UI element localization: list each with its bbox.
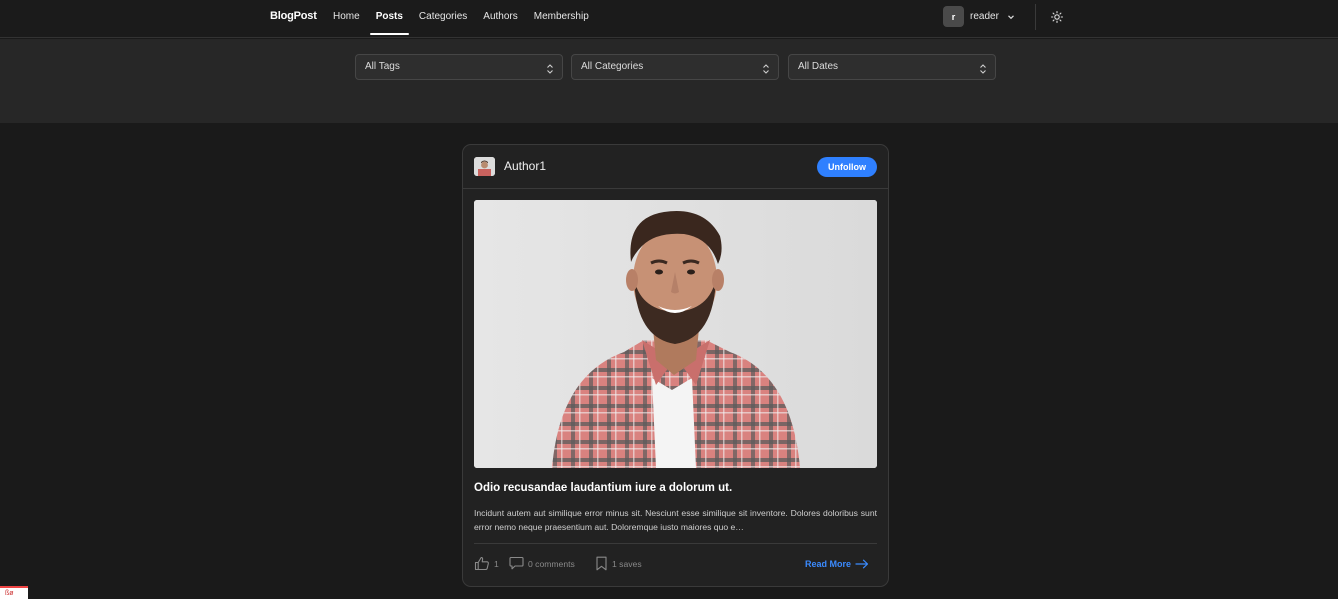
- up-down-chevron-icon: [546, 61, 554, 85]
- like-button[interactable]: 1: [474, 555, 499, 573]
- nav-link-home[interactable]: Home: [333, 0, 360, 38]
- unfollow-button[interactable]: Unfollow: [817, 157, 877, 177]
- dates-select-value: All Dates: [798, 61, 839, 72]
- tags-select-value: All Tags: [365, 61, 400, 72]
- comment-icon: [509, 556, 524, 572]
- categories-select[interactable]: All Categories: [571, 54, 779, 80]
- save-button[interactable]: 1 saves: [595, 555, 642, 573]
- filter-bar: All Tags All Categories All Dates: [0, 39, 1338, 123]
- like-count: 1: [494, 559, 499, 569]
- up-down-chevron-icon: [979, 61, 987, 85]
- corner-badge[interactable]: ßø: [0, 586, 28, 599]
- username: reader: [970, 11, 999, 22]
- chevron-down-icon: [1007, 13, 1015, 21]
- author-name[interactable]: Author1: [504, 159, 546, 173]
- post-actions: 1 0 comments 1 saves Read More: [474, 555, 877, 573]
- up-down-chevron-icon: [762, 61, 770, 85]
- thumbs-up-icon: [474, 556, 490, 573]
- nav-link-categories[interactable]: Categories: [419, 0, 467, 38]
- post-card: Author1 Unfollow Odio recusandae laudant…: [462, 144, 889, 587]
- bookmark-icon: [595, 556, 608, 573]
- brand-logo[interactable]: BlogPost: [270, 10, 317, 22]
- author-avatar[interactable]: [474, 157, 495, 176]
- post-excerpt: Incidunt autem aut similique error minus…: [474, 508, 877, 532]
- comments-button[interactable]: 0 comments: [509, 555, 575, 573]
- sun-icon[interactable]: [1050, 10, 1064, 24]
- card-divider: [474, 543, 877, 544]
- post-image[interactable]: [474, 200, 877, 468]
- categories-select-value: All Categories: [581, 61, 644, 72]
- nav-link-authors[interactable]: Authors: [483, 0, 517, 38]
- post-card-header: Author1 Unfollow: [463, 145, 888, 189]
- arrow-right-icon: [855, 559, 869, 569]
- user-menu[interactable]: r reader: [943, 6, 1015, 27]
- tags-select[interactable]: All Tags: [355, 54, 563, 80]
- top-nav: BlogPost Home Posts Categories Authors M…: [0, 0, 1338, 38]
- comment-count: 0 comments: [528, 559, 575, 569]
- nav-link-membership[interactable]: Membership: [534, 0, 589, 38]
- nav-divider: [1035, 4, 1036, 30]
- nav-link-posts[interactable]: Posts: [369, 0, 410, 38]
- read-more-link[interactable]: Read More: [805, 555, 869, 573]
- read-more-label: Read More: [804, 559, 851, 569]
- user-avatar: r: [943, 6, 964, 27]
- post-title[interactable]: Odio recusandae laudantium iure a doloru…: [474, 482, 877, 494]
- dates-select[interactable]: All Dates: [788, 54, 996, 80]
- nav-links: Home Posts Categories Authors Membership: [333, 0, 605, 38]
- save-count: 1 saves: [612, 559, 642, 569]
